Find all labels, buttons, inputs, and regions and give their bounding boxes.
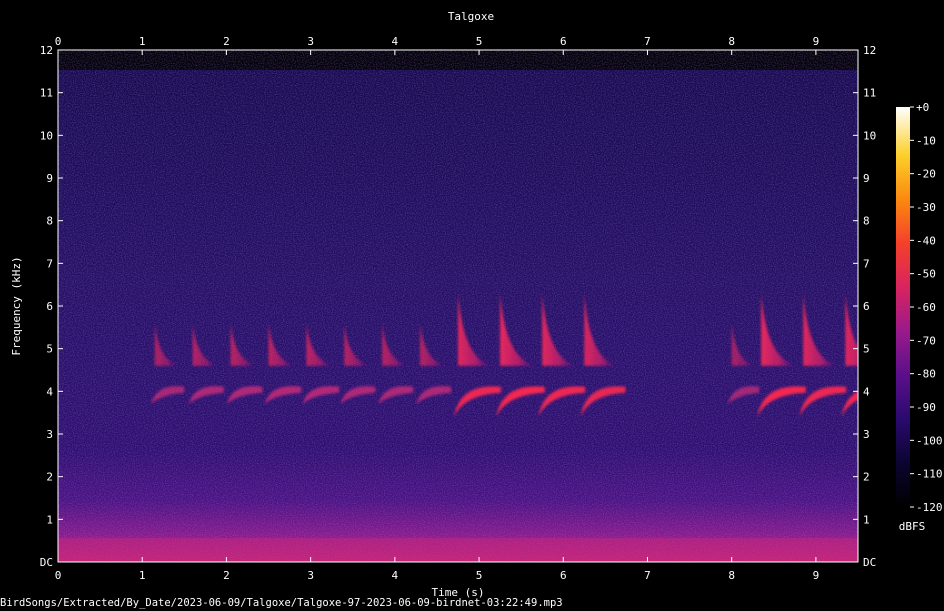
y-tick-label-right: 9 <box>863 172 870 185</box>
y-tick-label: 1 <box>46 513 53 526</box>
colorbar-tick-label: -60 <box>916 301 936 314</box>
colorbar-tick-label: -100 <box>916 434 943 447</box>
y-axis-label: Frequency (kHz) <box>10 256 23 355</box>
y-tick-label: 12 <box>40 44 53 57</box>
y-tick-label: 2 <box>46 471 53 484</box>
colorbar-tick-label: -40 <box>916 234 936 247</box>
y-tick-label-right: 6 <box>863 300 870 313</box>
x-tick-label-top: 8 <box>728 35 735 48</box>
y-tick-label: 5 <box>46 343 53 356</box>
x-tick-label-top: 9 <box>813 35 820 48</box>
x-tick-label-top: 1 <box>139 35 146 48</box>
y-tick-label: 7 <box>46 257 53 270</box>
y-tick-label: 10 <box>40 129 53 142</box>
y-tick-label-right: 2 <box>863 471 870 484</box>
colorbar-tick-label: -110 <box>916 468 943 481</box>
y-tick-label-right: DC <box>863 556 876 569</box>
y-tick-label-right: 7 <box>863 257 870 270</box>
colorbar-tick-label: -50 <box>916 268 936 281</box>
colorbar-label: dBFS <box>899 520 926 533</box>
y-tick-label: 3 <box>46 428 53 441</box>
x-tick-label: 3 <box>307 569 314 582</box>
colorbar-tick-label: -90 <box>916 401 936 414</box>
x-tick-label-top: 0 <box>55 35 62 48</box>
x-tick-label-top: 7 <box>644 35 651 48</box>
file-caption: BirdSongs/Extracted/By_Date/2023-06-09/T… <box>0 597 563 609</box>
y-tick-label-right: 12 <box>863 44 876 57</box>
colorbar-tick-label: -20 <box>916 168 936 181</box>
y-tick-label-right: 1 <box>863 513 870 526</box>
x-tick-label: 6 <box>560 569 567 582</box>
colorbar-tick-label: +0 <box>916 101 929 114</box>
colorbar-tick-label: -70 <box>916 334 936 347</box>
plot-area <box>58 50 858 562</box>
x-tick-label-top: 5 <box>476 35 483 48</box>
x-tick-label: 5 <box>476 569 483 582</box>
colorbar-tick-label: -120 <box>916 501 943 514</box>
y-tick-label-right: 11 <box>863 87 876 100</box>
x-tick-label: 1 <box>139 569 146 582</box>
colorbar <box>896 107 910 507</box>
y-tick-label-right: 3 <box>863 428 870 441</box>
y-tick-label: 11 <box>40 87 53 100</box>
x-tick-label: 7 <box>644 569 651 582</box>
y-tick-label: 8 <box>46 215 53 228</box>
chart-title: Talgoxe <box>448 10 494 23</box>
x-tick-label: 2 <box>223 569 230 582</box>
y-tick-label: DC <box>40 556 53 569</box>
y-tick-label-right: 10 <box>863 129 876 142</box>
x-tick-label: 4 <box>392 569 399 582</box>
x-tick-label: 8 <box>728 569 735 582</box>
y-tick-label: 6 <box>46 300 53 313</box>
y-tick-label: 4 <box>46 385 53 398</box>
spectrogram-figure: Talgoxe 00112233445566778899 DC DC1 12 23 34… <box>10 10 943 599</box>
y-tick-label-right: 8 <box>863 215 870 228</box>
x-tick-label: 0 <box>55 569 62 582</box>
x-tick-label: 9 <box>813 569 820 582</box>
x-tick-label-top: 2 <box>223 35 230 48</box>
x-tick-label-top: 3 <box>307 35 314 48</box>
colorbar-tick-label: -80 <box>916 368 936 381</box>
y-tick-label-right: 4 <box>863 385 870 398</box>
y-tick-label-right: 5 <box>863 343 870 356</box>
y-tick-label: 9 <box>46 172 53 185</box>
x-tick-label-top: 4 <box>392 35 399 48</box>
colorbar-tick-label: -10 <box>916 134 936 147</box>
x-tick-label-top: 6 <box>560 35 567 48</box>
colorbar-tick-label: -30 <box>916 201 936 214</box>
